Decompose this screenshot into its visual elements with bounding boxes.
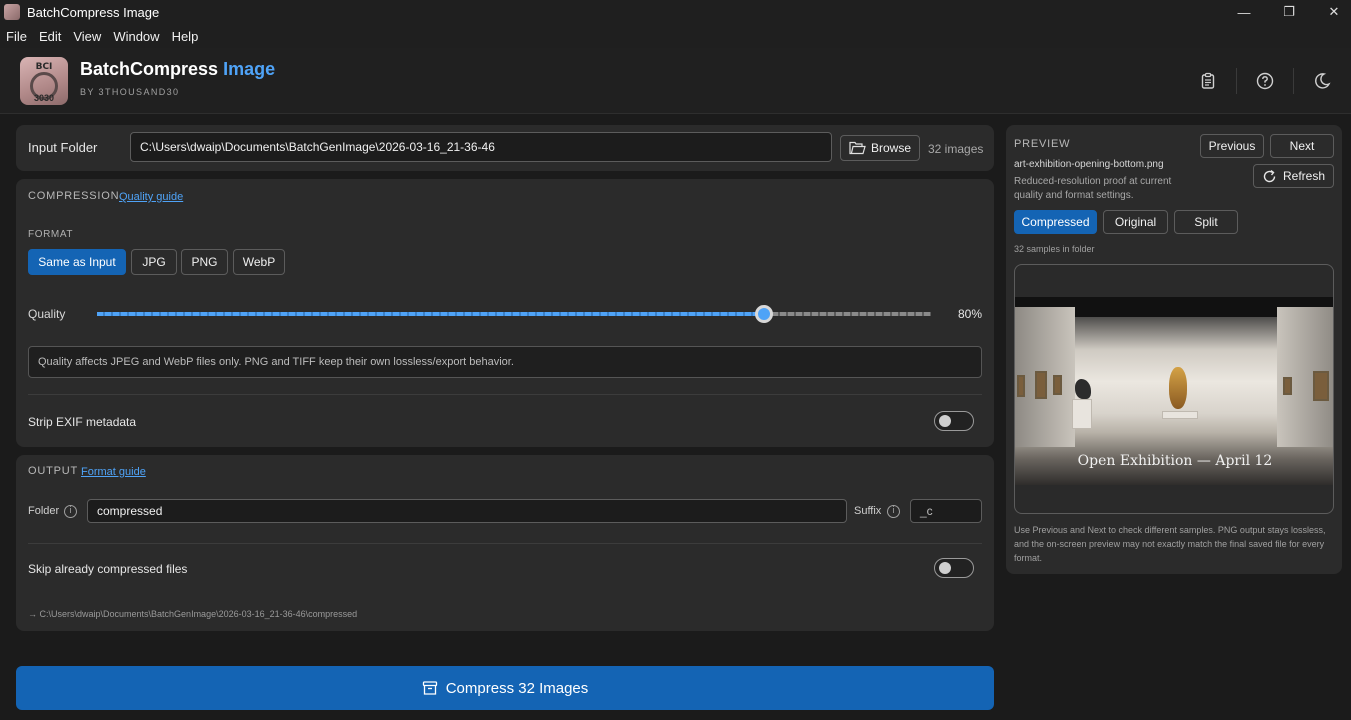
artwork-frame xyxy=(1035,371,1047,399)
help-icon[interactable] xyxy=(1252,68,1278,94)
output-folder-field[interactable]: compressed xyxy=(87,499,847,523)
refresh-label: Refresh xyxy=(1282,169,1326,183)
folder-icon xyxy=(849,141,866,155)
suffix-label: Suffix xyxy=(854,505,882,517)
preview-image-frame: Open Exhibition — April 12 xyxy=(1014,264,1334,514)
strip-exif-label: Strip EXIF metadata xyxy=(28,415,137,429)
header-separator xyxy=(1236,68,1237,94)
mode-compressed-button[interactable]: Compressed xyxy=(1014,210,1097,234)
quality-slider[interactable] xyxy=(97,305,931,323)
clipboard-icon[interactable] xyxy=(1195,68,1221,94)
sculpture-pedestal xyxy=(1072,399,1092,429)
app-icon xyxy=(4,4,20,20)
folder-info-icon[interactable]: i xyxy=(64,505,77,518)
output-card: OUTPUT Format guide Folder i compressed … xyxy=(16,455,994,631)
quality-note: Quality affects JPEG and WebP files only… xyxy=(28,346,982,378)
format-guide-link[interactable]: Format guide xyxy=(81,466,146,478)
menu-edit[interactable]: Edit xyxy=(33,29,67,44)
format-label: FORMAT xyxy=(28,229,74,240)
title-bar: BatchCompress Image — ❐ ✕ xyxy=(0,0,1351,24)
artwork-frame xyxy=(1283,377,1292,395)
destination-path: → C:\Users\dwaip\Documents\BatchGenImage… xyxy=(28,609,358,619)
brand-main: BatchCompress xyxy=(80,59,219,79)
quality-slider-fill xyxy=(97,312,764,316)
compression-card: COMPRESSION Quality guide FORMAT Same as… xyxy=(16,179,994,447)
input-folder-label: Input Folder xyxy=(28,140,98,155)
mode-split-button[interactable]: Split xyxy=(1174,210,1238,234)
maximize-button[interactable]: ❐ xyxy=(1266,0,1312,24)
artwork-frame xyxy=(1053,375,1062,395)
menu-bar: File Edit View Window Help xyxy=(0,24,1351,48)
next-button[interactable]: Next xyxy=(1270,134,1334,158)
input-folder-path[interactable]: C:\Users\dwaip\Documents\BatchGenImage\2… xyxy=(130,132,832,162)
preview-footer-note: Use Previous and Next to check different… xyxy=(1014,525,1326,563)
app-logo: BCI 3030 xyxy=(20,57,68,105)
artwork-frame xyxy=(1313,371,1329,401)
window-title: BatchCompress Image xyxy=(27,4,160,20)
menu-view[interactable]: View xyxy=(67,29,107,44)
quality-value: 80% xyxy=(958,307,983,321)
menu-help[interactable]: Help xyxy=(166,29,205,44)
brand-accent: Image xyxy=(223,59,276,79)
refresh-button[interactable]: Refresh xyxy=(1253,164,1334,188)
format-jpg-button[interactable]: JPG xyxy=(131,249,177,275)
browse-button[interactable]: Browse xyxy=(840,135,920,161)
logo-text-top: BCI xyxy=(35,62,53,72)
artwork-frame xyxy=(1017,375,1025,397)
quality-slider-thumb[interactable] xyxy=(755,305,773,323)
quality-slider-rest xyxy=(764,312,931,316)
preview-description: Reduced-resolution proof at current qual… xyxy=(1014,176,1172,201)
section-divider xyxy=(28,543,982,544)
sculpture-gold xyxy=(1169,367,1187,409)
compress-button[interactable]: Compress 32 Images xyxy=(16,666,994,710)
toggle-knob xyxy=(939,415,951,427)
previous-button[interactable]: Previous xyxy=(1200,134,1264,158)
quality-label: Quality xyxy=(28,307,66,321)
skip-compressed-toggle[interactable] xyxy=(934,558,974,578)
refresh-icon xyxy=(1263,169,1276,182)
suffix-info-icon[interactable]: i xyxy=(887,505,900,518)
menu-window[interactable]: Window xyxy=(107,29,165,44)
preview-filename: art-exhibition-opening-bottom.png xyxy=(1014,159,1164,170)
section-divider xyxy=(28,394,982,395)
preview-image-caption: Open Exhibition — April 12 xyxy=(1077,453,1273,469)
theme-moon-icon[interactable] xyxy=(1309,68,1335,94)
brand-byline: BY 3THOUSAND30 xyxy=(80,87,180,97)
minimize-button[interactable]: — xyxy=(1221,0,1267,24)
compression-heading: COMPRESSION xyxy=(28,190,120,202)
sculpture-pedestal xyxy=(1162,411,1198,419)
menu-file[interactable]: File xyxy=(0,29,33,44)
output-heading: OUTPUT xyxy=(28,465,79,477)
app-header: BCI 3030 BatchCompress Image BY 3THOUSAN… xyxy=(0,48,1351,114)
skip-compressed-label: Skip already compressed files xyxy=(28,562,188,576)
format-same-as-input-button[interactable]: Same as Input xyxy=(28,249,126,275)
suffix-field[interactable]: _c xyxy=(910,499,982,523)
sculpture-dark xyxy=(1075,379,1091,399)
format-webp-button[interactable]: WebP xyxy=(233,249,285,275)
logo-text-bottom: 3030 xyxy=(33,93,55,103)
archive-icon xyxy=(422,681,437,695)
app-brand: BatchCompress Image xyxy=(80,59,275,80)
browse-label: Browse xyxy=(870,141,911,155)
toggle-knob xyxy=(939,562,951,574)
quality-guide-link[interactable]: Quality guide xyxy=(119,191,183,203)
close-button[interactable]: ✕ xyxy=(1311,0,1351,24)
header-separator xyxy=(1293,68,1294,94)
folder-label: Folder xyxy=(28,505,60,517)
mode-original-button[interactable]: Original xyxy=(1103,210,1168,234)
strip-exif-toggle[interactable] xyxy=(934,411,974,431)
input-folder-card: Input Folder C:\Users\dwaip\Documents\Ba… xyxy=(16,125,994,171)
image-count: 32 images xyxy=(928,142,984,156)
preview-heading: PREVIEW xyxy=(1014,138,1071,150)
samples-count: 32 samples in folder xyxy=(1014,244,1095,254)
compress-label: Compress 32 Images xyxy=(445,679,589,697)
format-png-button[interactable]: PNG xyxy=(181,249,228,275)
